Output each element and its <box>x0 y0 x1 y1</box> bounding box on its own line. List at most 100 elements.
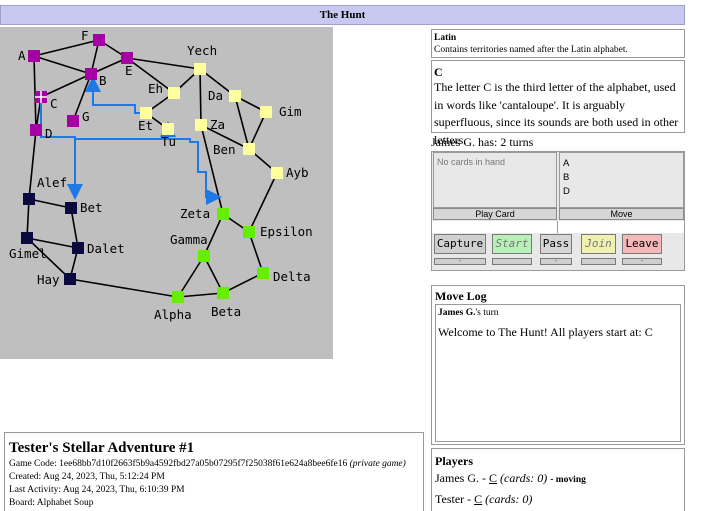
territory-label: E <box>125 63 133 78</box>
player-cards: (cards: 0) <box>500 471 548 485</box>
territory-label: Gimel <box>9 246 47 261</box>
player-name: Tester - <box>435 492 475 506</box>
territory-node-g[interactable] <box>67 115 79 127</box>
territory-node-alpha[interactable] <box>172 291 184 303</box>
move-log-list[interactable]: James G.'s turn Welcome to The Hunt! All… <box>435 304 681 442</box>
territory-node-bet[interactable] <box>65 202 77 214</box>
players-title: Players <box>435 454 473 468</box>
move-route-arrow <box>85 76 145 114</box>
map-edge <box>33 39 100 57</box>
territory-label: Et <box>138 118 153 133</box>
territory-label: Hay <box>37 272 60 287</box>
territory-label: G <box>82 109 90 124</box>
action-panel: No cards in hand A B D Play Card Move Ca… <box>431 151 685 271</box>
player-status: - moving <box>550 475 586 485</box>
player-location-link[interactable]: C <box>474 492 482 506</box>
territory-label: Epsilon <box>260 224 313 239</box>
log-turn-suffix: 's turn <box>475 308 499 318</box>
territory-label: Gamma <box>170 232 208 247</box>
territory-label: Za <box>210 117 225 132</box>
territory-node-gimel[interactable] <box>21 232 33 244</box>
territory-node-epsilon[interactable] <box>243 226 255 238</box>
territory-node-za[interactable] <box>195 119 207 131</box>
capture-status: - <box>434 258 486 265</box>
territory-node-f[interactable] <box>93 34 105 46</box>
territory-label: Alef <box>37 175 67 190</box>
territory-info: C The letter C is the third letter of th… <box>431 60 685 147</box>
territory-node-da[interactable] <box>229 90 241 102</box>
log-turn-player: James G. <box>438 308 476 318</box>
territory-label: B <box>99 73 107 88</box>
created-date: Created: Aug 24, 2023, Thu, 5:12:24 PM <box>9 472 165 482</box>
destination-option[interactable]: D <box>563 185 680 199</box>
territory-node-d[interactable] <box>30 124 42 136</box>
territory-node-gamma[interactable] <box>198 250 210 262</box>
territory-node-alef[interactable] <box>23 193 35 205</box>
territory-label: Gim <box>279 104 302 119</box>
log-message: Welcome to The Hunt! All players start a… <box>438 325 653 339</box>
territory-label: Ayb <box>286 165 309 180</box>
territory-label: A <box>18 48 26 63</box>
destination-option[interactable]: B <box>563 171 680 185</box>
leave-status: - <box>622 258 662 265</box>
territory-label: D <box>45 126 53 141</box>
territory-group-info: Latin Contains territories named after t… <box>431 29 685 58</box>
map-edge <box>28 129 37 200</box>
players-panel: Players James G. - C (cards: 0) - moving… <box>431 448 685 511</box>
game-title: Tester's Stellar Adventure #1 <box>9 440 195 456</box>
map-edge <box>69 278 179 298</box>
map-edge <box>177 255 205 298</box>
territory-node-hay[interactable] <box>64 273 76 285</box>
privacy-label: (private game) <box>349 459 406 469</box>
board-graph[interactable]: A B CD E F G Yech Eh Da Gim Et Tu Za Ben Ayb Alef Bet Gim… <box>0 27 333 359</box>
play-card-button[interactable]: Play Card <box>433 208 557 220</box>
territory-label: Bet <box>80 200 103 215</box>
page-title: The Hunt <box>0 5 685 25</box>
capture-button[interactable]: Capture <box>434 234 486 254</box>
map-edge <box>177 292 224 298</box>
territory-node-dalet[interactable] <box>72 242 84 254</box>
territory-label: Eh <box>148 81 163 96</box>
move-log-panel: Move Log James G.'s turn Welcome to The … <box>431 285 685 445</box>
map-edge <box>199 68 202 126</box>
territory-label: Delta <box>273 269 311 284</box>
territory-name: C <box>434 65 443 79</box>
last-activity: Last Activity: Aug 24, 2023, Thu, 6:10:3… <box>9 485 185 495</box>
territory-node-a[interactable] <box>28 50 40 62</box>
map-edge <box>33 55 92 75</box>
territory-node-b[interactable] <box>85 68 97 80</box>
game-code-line: Game Code: 1ee68bb7d10f2663f5b9a4592fbd2… <box>9 458 419 471</box>
territory-node-zeta[interactable] <box>217 208 229 220</box>
map-edge <box>126 57 201 70</box>
territory-label: Dalet <box>87 241 125 256</box>
territory-label: Beta <box>211 304 241 319</box>
game-code: 1ee68bb7d10f2663f5b9a4592fbd27a05b07295f… <box>59 459 348 469</box>
game-map[interactable]: A B C D E F G Yech Eh Da Gim Et Tu Za Ben Ayb Alef Bet Gim… <box>0 27 333 359</box>
pass-button[interactable]: Pass <box>540 234 572 254</box>
territory-node-beta[interactable] <box>217 287 229 299</box>
move-log-title: Move Log <box>435 289 487 303</box>
hand-list[interactable]: No cards in hand <box>433 152 557 208</box>
start-button[interactable]: Start <box>492 234 532 254</box>
move-destination-list[interactable]: A B D <box>559 152 684 208</box>
move-button[interactable]: Move <box>559 208 684 220</box>
territory-label: Alpha <box>154 307 192 322</box>
territory-node-yech[interactable] <box>194 63 206 75</box>
map-edge <box>200 124 224 215</box>
player-row: James G. - C (cards: 0) - moving <box>435 469 681 490</box>
territory-label: Da <box>208 88 223 103</box>
player-row: Tester - C (cards: 0) <box>435 490 681 509</box>
destination-option[interactable]: A <box>563 157 680 171</box>
player-name: James G. - <box>435 471 489 485</box>
territory-node-ayb[interactable] <box>271 167 283 179</box>
game-info-panel: Tester's Stellar Adventure #1 Game Code:… <box>4 432 424 511</box>
territory-node-eh[interactable] <box>168 87 180 99</box>
territory-node-ben[interactable] <box>243 143 255 155</box>
leave-button[interactable]: Leave <box>622 234 662 254</box>
territory-node-gim[interactable] <box>260 106 272 118</box>
log-turn-entry: James G.'s turn <box>438 307 678 320</box>
territory-node-delta[interactable] <box>257 267 269 279</box>
player-location-link[interactable]: C <box>489 471 497 485</box>
join-button[interactable]: Join <box>581 234 616 254</box>
territory-label: Tu <box>161 134 176 149</box>
